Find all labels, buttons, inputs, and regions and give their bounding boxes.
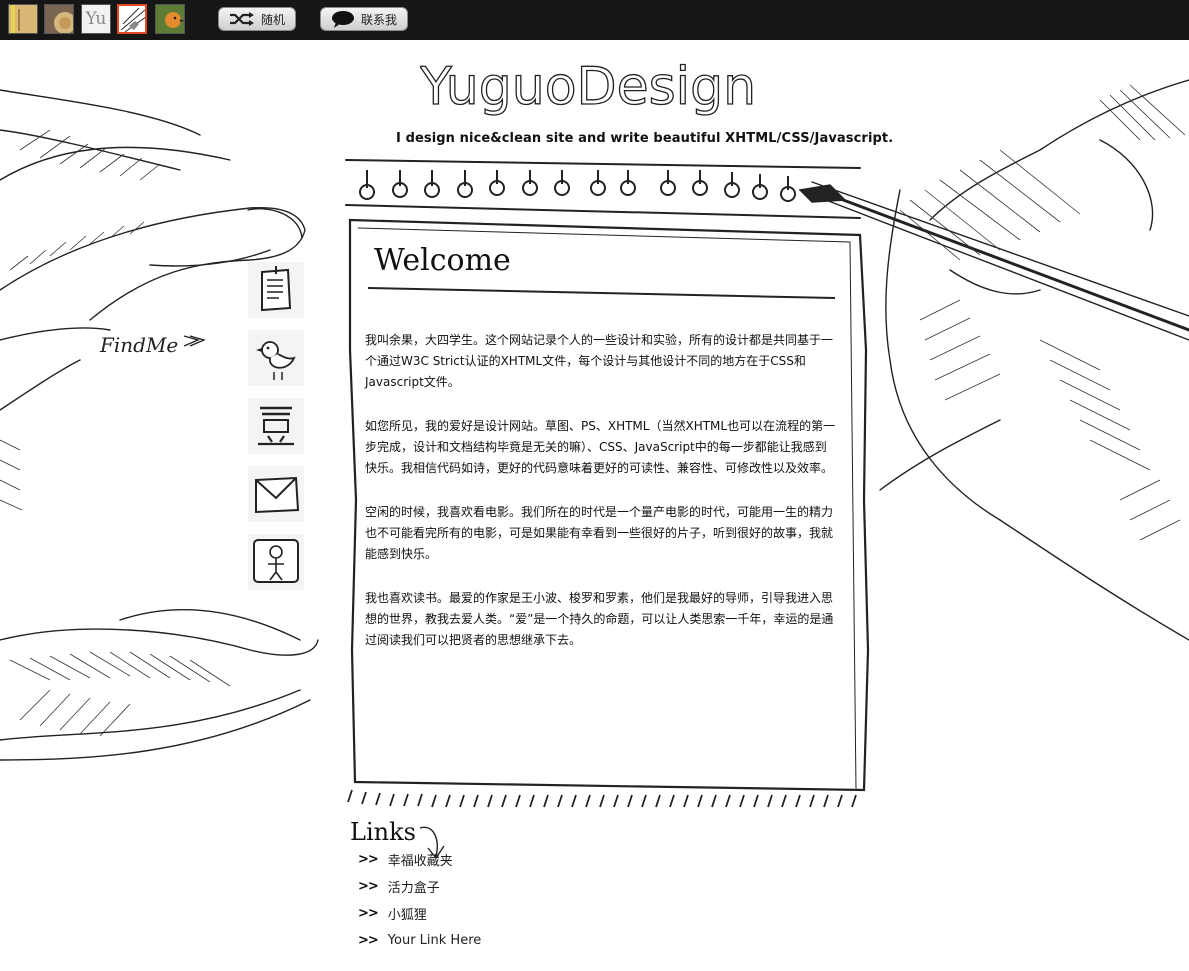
twitter-link[interactable] [248, 330, 304, 386]
theme-thumbnail-ruler[interactable] [8, 4, 38, 34]
speech-bubble-icon [332, 11, 354, 28]
theme-thumbnail-bird[interactable] [155, 4, 185, 34]
welcome-heading-text: Welcome [374, 243, 511, 278]
shuffle-icon [229, 12, 254, 26]
link-your-link[interactable]: Your Link Here [388, 933, 481, 948]
contact-button[interactable]: 联系我 [320, 7, 408, 31]
links-heading-text: Links [350, 818, 416, 846]
link-item: >> 小狐狸 [358, 900, 481, 927]
mail-icon [255, 476, 300, 514]
top-bar: Yu 随机 联系我 [0, 0, 1189, 40]
douban-link[interactable] [248, 398, 304, 454]
link-favorites[interactable]: 幸福收藏夹 [388, 850, 453, 869]
contact-button-label: 联系我 [361, 12, 398, 27]
link-arrow: >> [358, 906, 379, 921]
smiley-icon [253, 539, 299, 583]
intro-paragraph-4: 我也喜欢读书。最爱的作家是王小波、梭罗和罗素，他们是我最好的导师，引导我进入思想… [365, 591, 834, 647]
site-logo: YuguoDesign [420, 56, 757, 117]
theme-thumbnail-sketch[interactable] [117, 4, 147, 34]
link-arrow: >> [358, 933, 379, 948]
bird-icon [256, 341, 296, 380]
link-item: >> 活力盒子 [358, 873, 481, 900]
link-arrow: >> [358, 852, 379, 867]
findme-label: FindMe [99, 333, 206, 357]
intro-paragraph-3: 空闲的时候，我喜欢看电影。我们所在的时代是一个量产电影的时代，可能用一生的精力也… [365, 505, 834, 561]
random-button-label: 随机 [260, 12, 285, 27]
theme-thumbnail-yu[interactable]: Yu [81, 4, 111, 34]
theme-thumbnail-yu-label: Yu [85, 9, 107, 29]
blog-link[interactable] [248, 262, 304, 318]
link-huoli-box[interactable]: 活力盒子 [388, 877, 440, 896]
link-little-fox[interactable]: 小狐狸 [388, 904, 427, 923]
site-tagline: I design nice&clean site and write beaut… [396, 131, 894, 146]
mail-link[interactable] [248, 466, 304, 522]
notebook-icon [261, 266, 292, 312]
link-item: >> 幸福收藏夹 [358, 846, 481, 873]
intro-paragraph-1: 我叫余果，大四学生。这个网站记录个人的一些设计和实验，所有的设计都是共同基于一个… [365, 333, 834, 389]
profile-link[interactable] [248, 534, 304, 590]
theme-thumbnail-wood[interactable] [44, 4, 74, 34]
random-button[interactable]: 随机 [218, 7, 296, 31]
spiral-rings [359, 180, 796, 202]
link-arrow: >> [358, 879, 379, 894]
findme-label-text: FindMe [99, 333, 178, 357]
logo-text: YuguoDesign [420, 57, 756, 117]
intro-paragraph-2: 如您所见，我的爱好是设计网站。草图、PS、XHTML（当然XHTML也可以在流程… [365, 419, 836, 475]
link-item: >> Your Link Here [358, 927, 481, 954]
notebook-content: 我叫余果，大四学生。这个网站记录个人的一些设计和实验，所有的设计都是共同基于一个… [365, 330, 837, 674]
welcome-heading: Welcome [374, 243, 511, 278]
links-list: >> 幸福收藏夹 >> 活力盒子 >> 小狐狸 >> Your Link Her… [358, 846, 481, 954]
douban-icon [258, 406, 294, 446]
